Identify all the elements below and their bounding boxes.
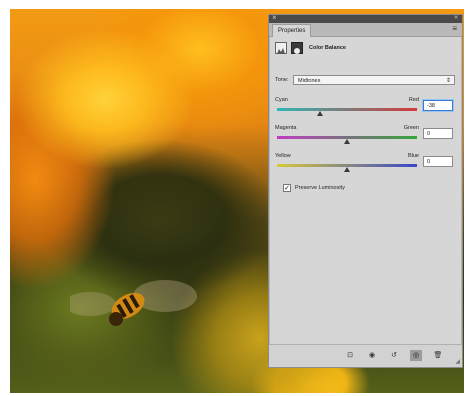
adjustment-title: Color Balance	[309, 45, 346, 51]
yellow-blue-thumb[interactable]	[344, 167, 350, 172]
tone-select[interactable]: Midtones ⇕	[293, 75, 455, 85]
properties-panel: × « Properties ≡ Color Balance Tone: Mid…	[268, 13, 463, 368]
green-label: Green	[403, 125, 419, 131]
close-icon[interactable]: ×	[272, 13, 277, 23]
cyan-red-slider-block: Cyan Red -38	[275, 97, 456, 127]
clip-to-layer-icon[interactable]: ⊡	[344, 350, 356, 361]
cyan-label: Cyan	[275, 97, 288, 103]
collapse-panel-icon[interactable]: «	[454, 13, 458, 23]
panel-tab-row: Properties ≡	[269, 23, 462, 37]
panel-menu-icon[interactable]: ≡	[452, 23, 457, 35]
cyan-red-value-field[interactable]: -38	[423, 100, 453, 111]
color-balance-adjustment-icon	[275, 42, 287, 54]
red-label: Red	[408, 97, 419, 103]
tone-selected-value: Midtones	[298, 78, 321, 84]
magenta-green-thumb[interactable]	[344, 139, 350, 144]
blue-label: Blue	[407, 153, 419, 159]
adjustment-header: Color Balance	[269, 37, 462, 61]
trash-icon[interactable]: 🗑	[432, 350, 444, 361]
reset-icon[interactable]: ↺	[388, 350, 400, 361]
resize-grip-icon[interactable]: ◢	[455, 358, 460, 365]
preserve-luminosity-label[interactable]: Preserve Luminosity	[295, 185, 345, 191]
view-previous-icon[interactable]: ◉	[366, 350, 378, 361]
panel-title-bar[interactable]: × «	[269, 13, 462, 23]
tone-label: Tone:	[275, 77, 289, 83]
cyan-red-track[interactable]	[277, 108, 417, 111]
panel-footer: ⊡ ◉ ↺ ◎ 🗑 ◢	[269, 344, 462, 367]
magenta-label: Magenta	[275, 125, 297, 131]
yellow-label: Yellow	[275, 153, 291, 159]
visibility-eye-icon[interactable]: ◎	[410, 350, 422, 361]
tab-properties[interactable]: Properties	[272, 24, 312, 37]
yellow-blue-slider-block: Yellow Blue 0	[275, 153, 456, 183]
magenta-green-slider-block: Magenta Green 0	[275, 125, 456, 155]
yellow-blue-value-field[interactable]: 0	[423, 156, 453, 167]
tone-row: Tone: Midtones ⇕	[275, 75, 456, 87]
cyan-red-thumb[interactable]	[317, 111, 324, 116]
layer-mask-icon[interactable]	[291, 42, 303, 54]
bee-in-flight	[70, 280, 197, 326]
magenta-green-value-field[interactable]: 0	[423, 128, 453, 139]
preserve-luminosity-checkbox[interactable]: ✓	[283, 184, 291, 192]
preserve-luminosity-row: ✓ Preserve Luminosity	[283, 184, 433, 194]
dropdown-arrow-icon: ⇕	[445, 78, 451, 84]
